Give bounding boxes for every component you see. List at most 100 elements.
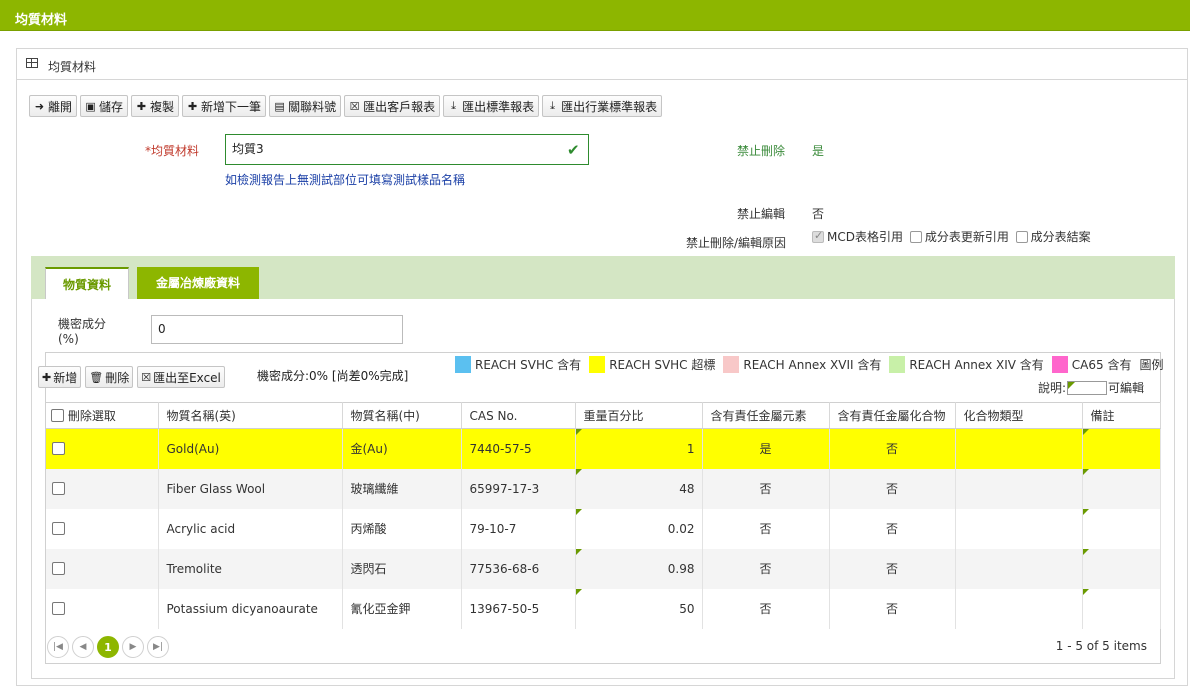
legend-label: REACH SVHC 超標 (609, 358, 716, 372)
page-title: 均質材料 (15, 13, 68, 28)
cell-name-en: Fiber Glass Wool (158, 468, 343, 509)
legend-label: REACH Annex XIV 含有 (909, 358, 1044, 372)
table-row[interactable]: Gold(Au) 金(Au) 7440-57-5 1 是 否 (46, 428, 1161, 469)
plus-icon: ✚ (42, 370, 52, 384)
no-edit-label: 禁止編輯 (737, 207, 786, 221)
page-button-current[interactable]: 1 (97, 636, 119, 658)
row-checkbox[interactable] (52, 561, 65, 575)
grid-toolbar: ✚ 新增 🗑 刪除 ☒ 匯出至Excel (38, 366, 225, 388)
cell-cas: 79-10-7 (461, 508, 576, 549)
material-label: *均質材料 (145, 142, 199, 159)
cell-compound: 否 (829, 428, 956, 469)
row-checkbox[interactable] (52, 481, 65, 495)
cell-weight[interactable]: 0.02 (575, 508, 703, 549)
link-part-button[interactable]: ▤ 關聯料號 (269, 95, 342, 117)
cell-name-zh: 透閃石 (342, 548, 462, 589)
reason-mcd-checkbox[interactable] (812, 229, 824, 243)
cell-weight[interactable]: 50 (575, 588, 703, 629)
add-label: 新增 (53, 370, 78, 385)
table-icon (26, 58, 38, 68)
reason-mcd-label: MCD表格引用 (827, 230, 903, 244)
check-icon: ✔ (567, 141, 580, 159)
export-standard-label: 匯出標準報表 (462, 99, 535, 114)
export-customer-button[interactable]: ☒ 匯出客戶報表 (344, 95, 441, 117)
cell-weight[interactable]: 1 (575, 428, 703, 469)
table-row[interactable]: Tremolite 透閃石 77536-68-6 0.98 否 否 (46, 548, 1161, 589)
main-toolbar: ➜ 離開 ▣ 儲存 ✚ 複製 ✚ 新增下一筆 ▤ 關聯料號 ☒ 匯出客戶報表 ⤓ 匯出標準報表… (29, 95, 663, 117)
cell-cas: 7440-57-5 (461, 428, 576, 469)
cell-compound: 否 (829, 588, 956, 629)
delete-button[interactable]: 🗑 刪除 (85, 366, 134, 388)
tab-smelter[interactable]: 金屬冶煉廠資料 (137, 267, 259, 299)
cell-metal: 否 (702, 508, 830, 549)
reason-update[interactable]: 成分表更新引用 (909, 230, 1009, 244)
select-all-checkbox[interactable] (51, 409, 64, 422)
cell-weight[interactable]: 48 (575, 468, 703, 509)
leave-button[interactable]: ➜ 離開 (29, 95, 78, 117)
col-metal[interactable]: 含有責任金屬元素 (702, 402, 830, 429)
legend-svhc-contains: REACH SVHC 含有 (455, 356, 581, 373)
top-bar: 均質材料 (0, 0, 1190, 31)
no-edit-value: 否 (812, 207, 825, 221)
export-industry-button[interactable]: ⤓ 匯出行業標準報表 (542, 95, 663, 117)
col-compound[interactable]: 含有責任金屬化合物 (829, 402, 956, 429)
tab-substance[interactable]: 物質資料 (45, 267, 129, 299)
row-checkbox[interactable] (52, 601, 65, 615)
save-button[interactable]: ▣ 儲存 (80, 95, 129, 117)
reason-mcd[interactable]: MCD表格引用 (812, 229, 903, 244)
cell-weight[interactable]: 0.98 (575, 548, 703, 589)
col-type[interactable]: 化合物類型 (955, 402, 1083, 429)
table-row[interactable]: Fiber Glass Wool 玻璃纖維 65997-17-3 48 否 否 (46, 468, 1161, 509)
cell-note[interactable] (1082, 548, 1161, 589)
export-standard-button[interactable]: ⤓ 匯出標準報表 (443, 95, 540, 117)
link-part-label: 關聯料號 (288, 99, 337, 114)
prev-page-icon[interactable]: ◀ (72, 636, 94, 658)
next-page-icon[interactable]: ▶ (122, 636, 144, 658)
add-next-button[interactable]: ✚ 新增下一筆 (182, 95, 267, 117)
row-checkbox[interactable] (52, 521, 65, 535)
first-page-icon[interactable]: |◀ (47, 636, 69, 658)
cell-name-zh: 丙烯酸 (342, 508, 462, 549)
reason-closed[interactable]: 成分表結案 (1015, 230, 1091, 244)
cell-note[interactable] (1082, 508, 1161, 549)
download-icon: ⤓ (550, 99, 556, 112)
col-select[interactable]: 刪除選取 (46, 402, 159, 429)
pager: |◀ ◀ 1 ▶ ▶| (47, 634, 169, 660)
material-input[interactable]: 均質3 (225, 134, 589, 165)
excel-icon: ☒ (349, 99, 360, 113)
secret-label: 機密成分 (58, 317, 107, 331)
legend-svhc-exceeds: REACH SVHC 超標 (589, 356, 715, 373)
save-icon: ▣ (85, 99, 96, 113)
reason-update-checkbox[interactable] (909, 231, 922, 243)
export-excel-button[interactable]: ☒ 匯出至Excel (137, 366, 225, 388)
table-header-row: 刪除選取 物質名稱(英) 物質名稱(中) CAS No. 重量百分比 含有責任金… (46, 402, 1161, 429)
col-note[interactable]: 備註 (1082, 402, 1161, 429)
copy-button[interactable]: ✚ 複製 (131, 95, 180, 117)
no-delete-value: 是 (812, 144, 825, 158)
legend-label: CA65 含有 (1071, 358, 1132, 372)
col-cas[interactable]: CAS No. (461, 402, 576, 429)
col-name-zh[interactable]: 物質名稱(中) (342, 402, 462, 429)
legend-swatch (889, 356, 906, 373)
material-panel: 均質材料 ➜ 離開 ▣ 儲存 ✚ 複製 ✚ 新增下一筆 ▤ 關聯料號 ☒ 匯出客戶報表 ⤓ 匯… (16, 48, 1188, 686)
col-name-en[interactable]: 物質名稱(英) (158, 402, 343, 429)
row-checkbox[interactable] (52, 441, 65, 455)
col-weight[interactable]: 重量百分比 (575, 402, 703, 429)
table-row[interactable]: Potassium dicyanoaurate 氰化亞金鉀 13967-50-5… (46, 588, 1161, 629)
cell-note[interactable] (1082, 428, 1161, 469)
cell-cas: 13967-50-5 (461, 588, 576, 629)
last-page-icon[interactable]: ▶| (147, 636, 169, 658)
copy-label: 複製 (150, 99, 175, 114)
reason-closed-checkbox[interactable] (1015, 231, 1028, 243)
secret-percent-input[interactable]: 0 (151, 315, 403, 344)
cell-note[interactable] (1082, 468, 1161, 509)
row-select-cell (46, 508, 159, 549)
export-industry-label: 匯出行業標準報表 (561, 99, 658, 114)
cell-note[interactable] (1082, 588, 1161, 629)
cell-type (955, 428, 1083, 469)
legend-note: 說明: 可編輯 (1038, 379, 1144, 396)
add-button[interactable]: ✚ 新增 (38, 366, 82, 388)
table-row[interactable]: Acrylic acid 丙烯酸 79-10-7 0.02 否 否 (46, 508, 1161, 549)
delete-label: 刪除 (105, 370, 130, 385)
leave-label: 離開 (48, 99, 73, 114)
